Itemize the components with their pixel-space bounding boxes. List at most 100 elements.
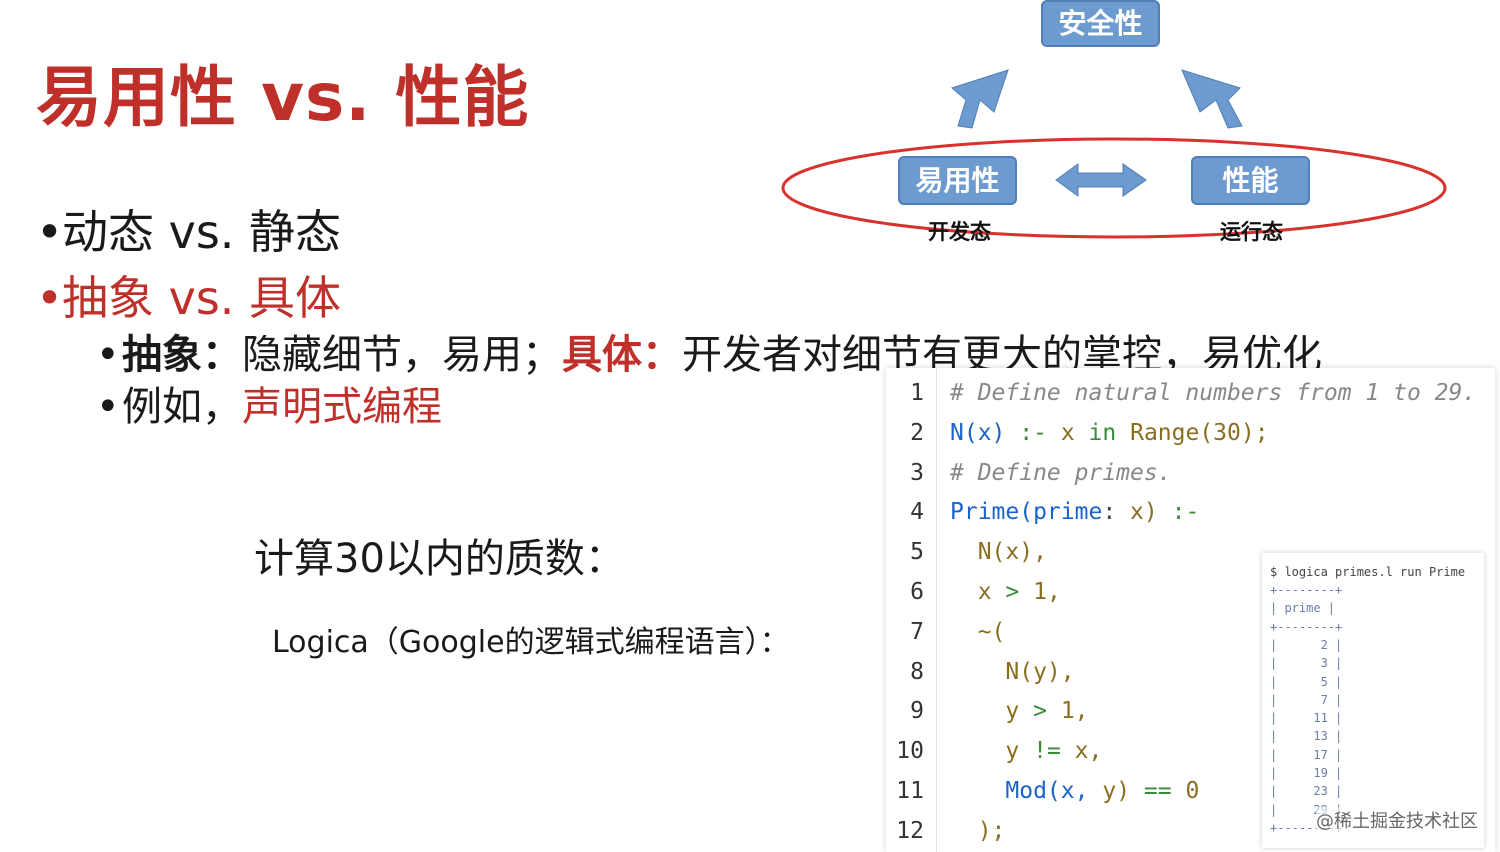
- table-header: | prime |: [1270, 601, 1336, 616]
- table-row: | 23 |: [1270, 784, 1343, 799]
- table-row: | 13 |: [1270, 729, 1343, 744]
- code-line: Prime(prime: x) :-: [950, 499, 1199, 525]
- table-row: | 3 |: [1270, 656, 1343, 671]
- code-line: N(x) :- x in Range(30);: [950, 420, 1269, 446]
- node-performance: 性能: [1191, 156, 1310, 205]
- code-token: in: [1088, 419, 1117, 446]
- code-token: :-: [1171, 499, 1200, 526]
- sub-bullet-example: •例如，声明式编程: [96, 374, 442, 432]
- code-token: Prime(prime: [950, 499, 1103, 526]
- code-token: :: [1102, 499, 1131, 526]
- watermark: @稀土掘金技术社区: [1316, 807, 1478, 833]
- code-token: # Define primes.: [950, 459, 1172, 486]
- example-text: 例如，: [122, 384, 242, 430]
- node-security: 安全性: [1041, 0, 1160, 47]
- code-line: ~(: [950, 618, 1006, 645]
- bullet-abstract-concrete: •抽象 vs. 具体: [36, 262, 341, 328]
- table-row: | 11 |: [1270, 711, 1343, 726]
- table-row: | 17 |: [1270, 747, 1343, 762]
- bullet-dynamic-static: •动态 vs. 静态: [36, 196, 341, 262]
- code-token: 1,: [1060, 698, 1089, 725]
- code-token: 1,: [1033, 579, 1061, 605]
- line-number: 11: [896, 778, 924, 804]
- line-number-gutter: 1 2 3 4 5 6 7 8 9 10 11 12: [886, 368, 937, 852]
- code-token: x): [1130, 499, 1158, 526]
- code-token: y: [1005, 698, 1020, 725]
- line-number: 7: [910, 618, 924, 645]
- code-token: y: [1005, 738, 1020, 765]
- code-token: :-: [1019, 419, 1047, 446]
- terminal-output-panel: $ logica primes.l run Prime +--------+ | …: [1262, 553, 1484, 848]
- node-usability: 易用性: [898, 156, 1017, 205]
- abstract-desc: 隐藏细节，易用；: [242, 332, 562, 378]
- code-token: y): [1102, 778, 1131, 804]
- code-token: );: [977, 817, 1006, 844]
- code-line: );: [950, 817, 1006, 844]
- table-row: | 19 |: [1270, 766, 1343, 780]
- table-border: +--------+: [1270, 619, 1343, 634]
- line-number: 2: [910, 419, 924, 446]
- code-token: !=: [1033, 738, 1061, 765]
- bullet-dot: •: [36, 271, 64, 325]
- table-row: | 2 |: [1270, 637, 1343, 652]
- code-token: 0: [1185, 778, 1200, 804]
- code-line: y > 1,: [950, 698, 1089, 725]
- table-row: | 7 |: [1270, 692, 1343, 707]
- bullet-text: 动态 vs. 静态: [62, 205, 342, 259]
- code-line: Mod(x, y) == 0: [950, 778, 1199, 804]
- code-token: x,: [1074, 738, 1103, 765]
- tradeoff-diagram: 安全性 易用性 性能 开发态 运行态: [780, 0, 1460, 250]
- code-token: Range(30);: [1130, 419, 1269, 446]
- bullet-dot: •: [96, 384, 120, 430]
- table-row: | 5 |: [1270, 674, 1343, 689]
- code-line: # Define natural numbers from 1 to 29.: [950, 380, 1476, 406]
- code-token: Mod(x,: [1005, 778, 1089, 804]
- logica-caption: Logica（Google的逻辑式编程语言）：: [272, 625, 790, 660]
- label-concrete: 具体：: [562, 332, 682, 378]
- code-token: N(x): [950, 419, 1006, 446]
- line-number: 8: [910, 658, 924, 685]
- page-title: 易用性 vs. 性能: [36, 59, 530, 136]
- dev-run-ellipse: [781, 137, 1447, 239]
- line-number: 1: [910, 380, 924, 406]
- line-number: 5: [910, 539, 924, 566]
- code-token: N(y),: [1005, 658, 1075, 685]
- code-token: >: [1033, 698, 1047, 725]
- code-token: ==: [1143, 778, 1172, 804]
- line-number: 9: [910, 698, 924, 725]
- code-token: x: [1060, 419, 1075, 446]
- code-token: ~(: [977, 618, 1006, 645]
- label-run-state: 运行态: [1220, 220, 1283, 244]
- code-line: # Define primes.: [950, 460, 1172, 486]
- line-number: 10: [896, 738, 924, 765]
- line-number: 3: [910, 459, 924, 486]
- bullet-dot: •: [96, 332, 120, 378]
- label-dev-state: 开发态: [928, 220, 991, 244]
- line-number: 6: [910, 579, 924, 605]
- example-highlight: 声明式编程: [242, 384, 442, 430]
- arrow-horizontal: [1055, 163, 1147, 197]
- code-line: N(x),: [950, 539, 1047, 565]
- arrow-right-diagonal: [1181, 69, 1243, 129]
- label-abstract: 抽象：: [122, 332, 242, 378]
- code-line: y != x,: [950, 738, 1102, 764]
